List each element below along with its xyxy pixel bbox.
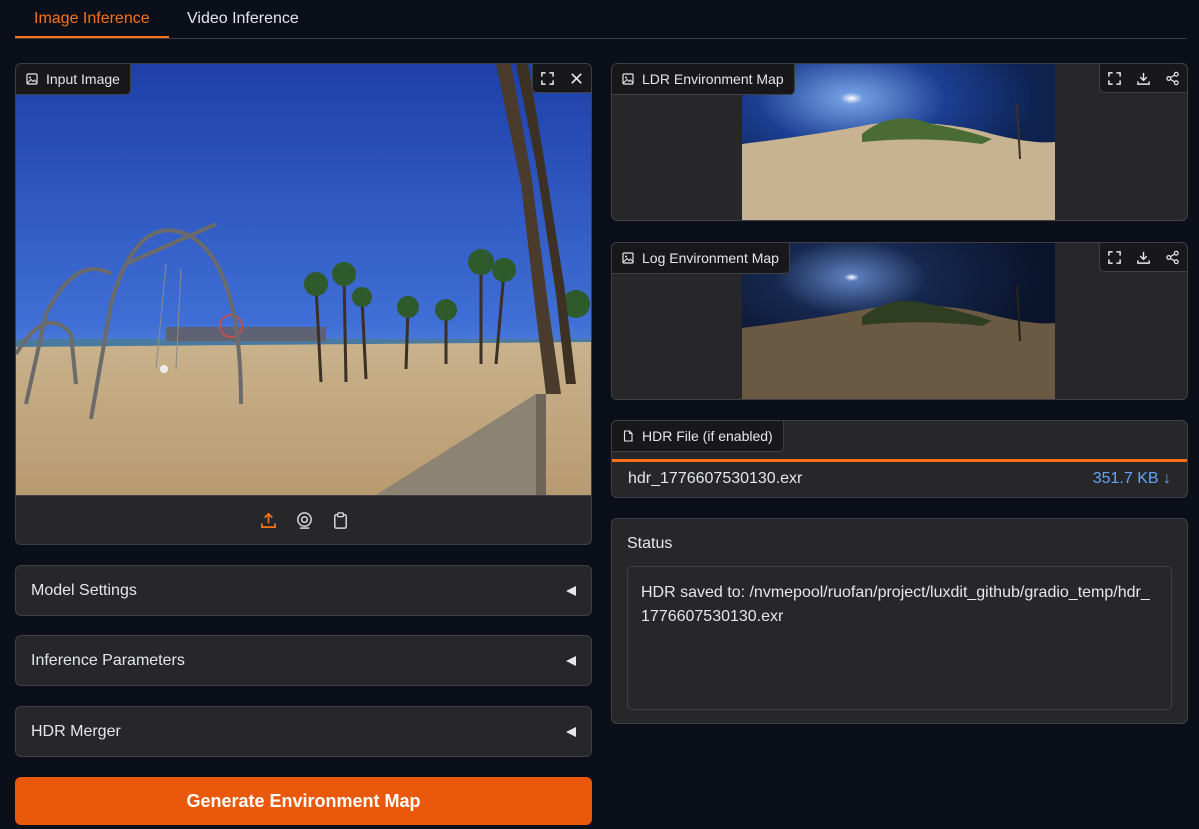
download-icon[interactable] xyxy=(1129,243,1158,271)
status-label: Status xyxy=(627,535,673,552)
tab-image-inference[interactable]: Image Inference xyxy=(15,0,169,38)
image-icon xyxy=(622,73,634,85)
clipboard-icon[interactable] xyxy=(329,510,351,532)
ldr-environment-map-panel: LDR Environment Map xyxy=(611,63,1188,221)
hdr-file-label: HDR File (if enabled) xyxy=(612,421,784,452)
share-icon[interactable] xyxy=(1158,64,1187,92)
accordion-label: Model Settings xyxy=(31,581,137,599)
log-map-actions xyxy=(1099,243,1187,272)
log-map-label-text: Log Environment Map xyxy=(642,250,779,266)
accordion-label: HDR Merger xyxy=(31,722,121,740)
file-icon xyxy=(623,430,633,442)
input-image-photo xyxy=(16,64,591,495)
fullscreen-icon[interactable] xyxy=(1100,64,1129,92)
hdr-file-label-text: HDR File (if enabled) xyxy=(642,428,773,444)
hdr-file-row: hdr_1776607530130.exr 351.7 KB ↓ xyxy=(612,459,1187,495)
accordion-model-settings[interactable]: Model Settings xyxy=(15,565,592,616)
ldr-map-actions xyxy=(1099,64,1187,93)
status-textbox[interactable]: HDR saved to: /nvmepool/ruofan/project/l… xyxy=(627,566,1172,710)
input-image-label: Input Image xyxy=(16,64,131,95)
status-panel: Status HDR saved to: /nvmepool/ruofan/pr… xyxy=(611,518,1188,724)
ldr-map-label-text: LDR Environment Map xyxy=(642,71,784,87)
log-environment-map-panel: Log Environment Map xyxy=(611,242,1188,400)
accordion-inference-parameters[interactable]: Inference Parameters xyxy=(15,635,592,686)
ldr-map-label: LDR Environment Map xyxy=(612,64,795,95)
fullscreen-icon[interactable] xyxy=(533,64,562,92)
collapse-triangle-icon xyxy=(566,726,576,737)
image-icon xyxy=(26,73,38,85)
input-image-label-text: Input Image xyxy=(46,71,120,87)
accordion-hdr-merger[interactable]: HDR Merger xyxy=(15,706,592,757)
hdr-file-download-link[interactable]: 351.7 KB ↓ xyxy=(1093,470,1171,488)
accordion-label: Inference Parameters xyxy=(31,651,185,669)
input-image-panel: Input Image xyxy=(15,63,592,545)
collapse-triangle-icon xyxy=(566,585,576,596)
tab-video-inference[interactable]: Video Inference xyxy=(168,0,318,38)
tab-bar: Image Inference Video Inference xyxy=(15,0,1187,39)
webcam-icon[interactable] xyxy=(293,510,315,532)
hdr-file-panel: HDR File (if enabled) hdr_1776607530130.… xyxy=(611,420,1188,498)
close-icon[interactable] xyxy=(562,64,591,92)
log-map-label: Log Environment Map xyxy=(612,243,790,274)
fullscreen-icon[interactable] xyxy=(1100,243,1129,271)
input-image-toolbar xyxy=(16,495,591,544)
generate-environment-map-button[interactable]: Generate Environment Map xyxy=(15,777,592,825)
image-icon xyxy=(622,252,634,264)
collapse-triangle-icon xyxy=(566,655,576,666)
upload-icon[interactable] xyxy=(257,510,279,532)
input-image-header-actions xyxy=(532,64,591,93)
share-icon[interactable] xyxy=(1158,243,1187,271)
hdr-filename: hdr_1776607530130.exr xyxy=(628,469,803,487)
download-icon[interactable] xyxy=(1129,64,1158,92)
